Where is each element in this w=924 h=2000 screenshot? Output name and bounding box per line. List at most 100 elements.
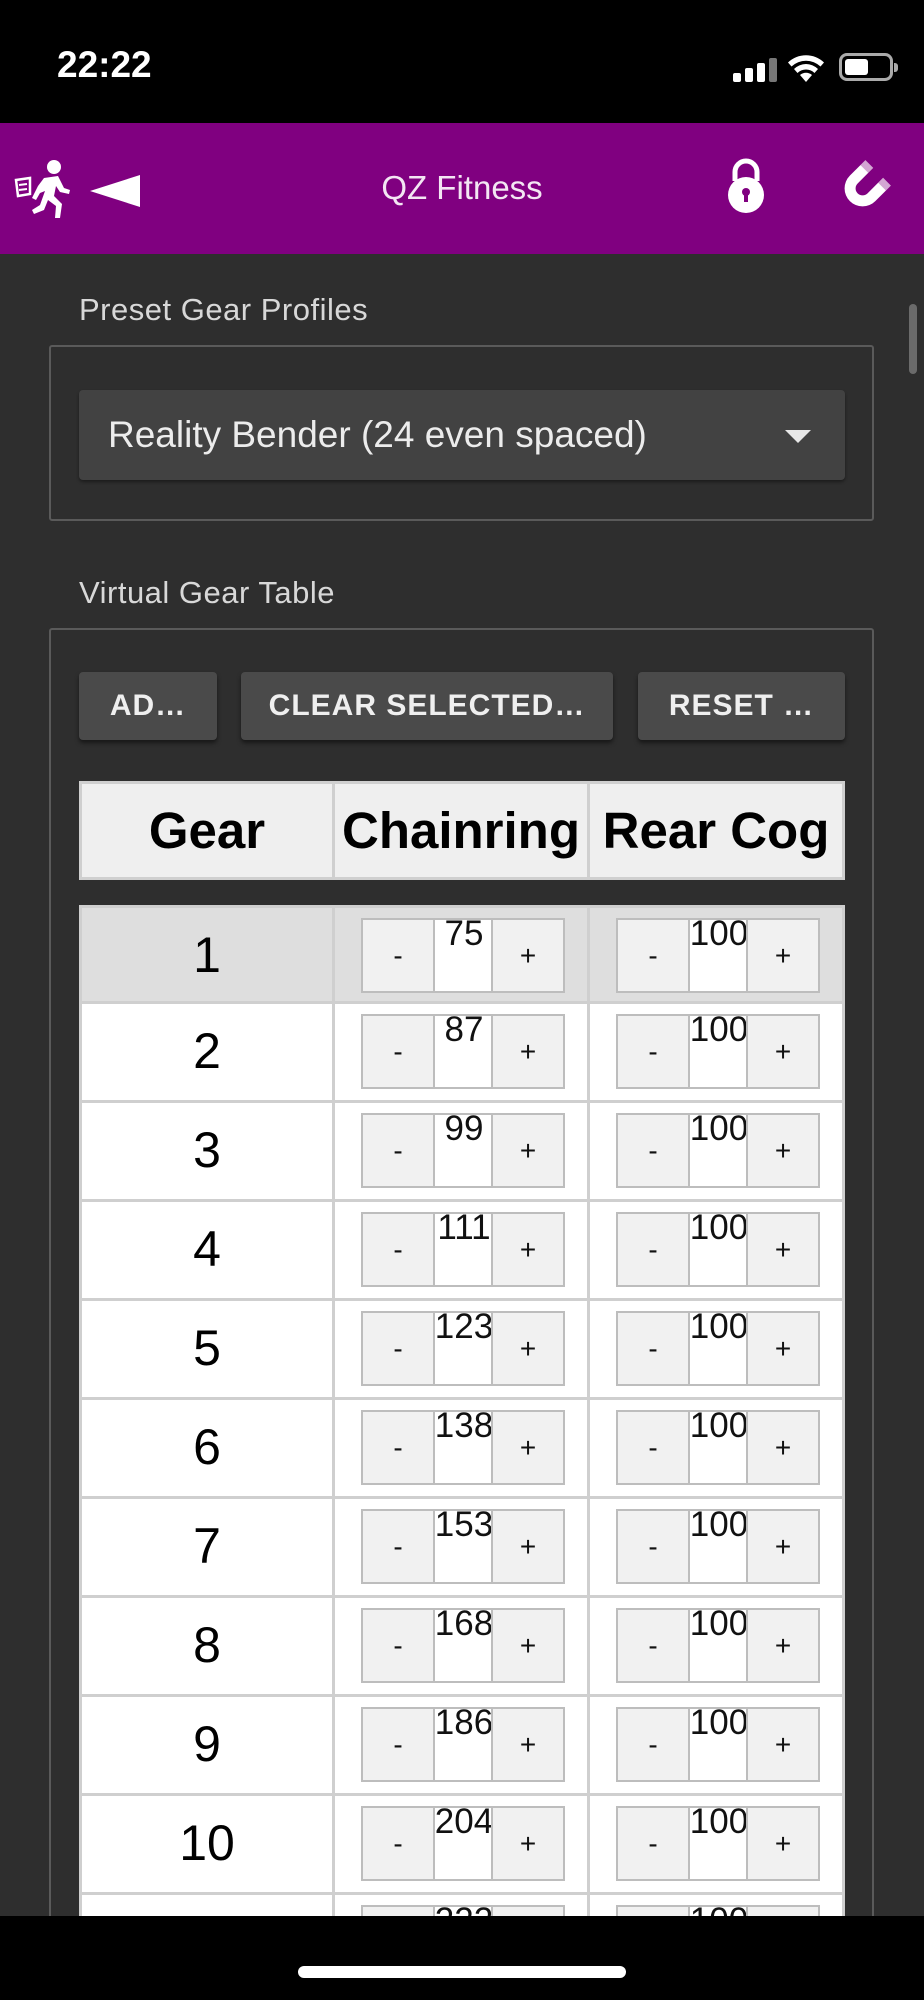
chainring-value-field[interactable]: 168 [435,1604,493,1681]
chainring-decrement-button[interactable]: - [363,1907,435,1916]
chainring-decrement-button[interactable]: - [363,1709,435,1780]
rear-cog-value-field[interactable]: 100 [690,1703,748,1780]
table-row[interactable]: 8-168 + -100 + [79,1598,845,1697]
rear-cog-stepper[interactable]: -100+ [616,1505,820,1584]
rear-cog-stepper[interactable]: -100+ [616,1406,820,1485]
table-row[interactable]: 11-222+-100+ [79,1895,845,1916]
chainring-stepper[interactable]: -75 + [361,914,565,993]
chainring-decrement-button[interactable]: - [363,1808,435,1879]
rear-cog-value-field[interactable]: 100 [690,1208,748,1285]
rear-cog-stepper[interactable]: -100+ [616,1703,820,1782]
rear-cog-decrement-button[interactable]: - [618,1115,690,1186]
chainring-value-field[interactable]: 123 [435,1307,493,1384]
rear-cog-stepper[interactable]: -100+ [616,1307,820,1386]
rear-cog-decrement-button[interactable]: - [618,1511,690,1582]
chainring-decrement-button[interactable]: - [363,1313,435,1384]
chainring-value-field[interactable]: 99 [435,1109,493,1186]
chainring-increment-button[interactable]: + [491,1610,563,1681]
rear-cog-decrement-button[interactable]: - [618,920,690,991]
gear-cell[interactable]: 10 [82,1796,335,1892]
rear-cog-value-field[interactable]: 100 [690,1604,748,1681]
scrollbar[interactable] [909,304,917,374]
rear-cog-value-field[interactable]: 100 [690,1406,748,1483]
chainring-stepper[interactable]: -186 + [361,1703,565,1782]
table-row[interactable]: 3-99 + -100 + [79,1103,845,1202]
table-row[interactable]: 9-186 + -100 + [79,1697,845,1796]
chainring-increment-button[interactable]: + [491,1214,563,1285]
rear-cog-stepper[interactable]: -100+ [616,1010,820,1089]
rear-cog-decrement-button[interactable]: - [618,1709,690,1780]
chainring-stepper[interactable]: -222+ [361,1901,565,1916]
chainring-stepper[interactable]: -204 + [361,1802,565,1881]
gear-cell[interactable]: 2 [82,1004,335,1100]
table-row[interactable]: 10-204 + -100 + [79,1796,845,1895]
chainring-decrement-button[interactable]: - [363,1016,435,1087]
chainring-value-field[interactable]: 204 [435,1802,493,1879]
gear-cell[interactable]: 3 [82,1103,335,1199]
rear-cog-stepper[interactable]: -100+ [616,914,820,993]
table-row[interactable]: 5-123 + -100 + [79,1301,845,1400]
chainring-decrement-button[interactable]: - [363,1412,435,1483]
chainring-decrement-button[interactable]: - [363,1610,435,1681]
rear-cog-decrement-button[interactable]: - [618,1214,690,1285]
table-row[interactable]: 7 -153 + -100 + [79,1499,845,1598]
gear-cell[interactable]: 7 [82,1499,335,1595]
chainring-increment-button[interactable]: + [491,1412,563,1483]
rear-cog-decrement-button[interactable]: - [618,1808,690,1879]
rear-cog-value-field[interactable]: 100 [690,1901,748,1916]
gear-cell[interactable]: 6 [82,1400,335,1496]
rear-cog-value-field[interactable]: 100 [690,1109,748,1186]
rear-cog-increment-button[interactable]: + [746,1313,818,1384]
chainring-decrement-button[interactable]: - [363,1511,435,1582]
rear-cog-value-field[interactable]: 100 [690,1010,748,1087]
rear-cog-stepper[interactable]: -100+ [616,1109,820,1188]
rear-cog-increment-button[interactable]: + [746,920,818,991]
gear-cell[interactable]: 5 [82,1301,335,1397]
chainring-value-field[interactable]: 186 [435,1703,493,1780]
chainring-stepper[interactable]: -168 + [361,1604,565,1683]
rear-cog-decrement-button[interactable]: - [618,1313,690,1384]
rear-cog-stepper[interactable]: -100+ [616,1208,820,1287]
rear-cog-decrement-button[interactable]: - [618,1016,690,1087]
rear-cog-value-field[interactable]: 100 [690,914,748,991]
rear-cog-increment-button[interactable]: + [746,1610,818,1681]
rear-cog-decrement-button[interactable]: - [618,1610,690,1681]
chainring-value-field[interactable]: 138 [435,1406,493,1483]
reset-button[interactable]: RESET … [638,672,845,740]
chainring-value-field[interactable]: 75 [435,914,493,991]
rear-cog-increment-button[interactable]: + [746,1808,818,1879]
table-row[interactable]: 1-75 + -100 + [79,905,845,1004]
preset-dropdown[interactable]: Reality Bender (24 even spaced) [79,390,845,480]
table-row[interactable]: 2-87 + -100 + [79,1004,845,1103]
chainring-stepper[interactable]: -111 + [361,1208,565,1287]
magnet-icon[interactable] [836,159,892,215]
gear-cell[interactable]: 8 [82,1598,335,1694]
chainring-increment-button[interactable]: + [491,1709,563,1780]
table-row[interactable]: 6-138 + -100 + [79,1400,845,1499]
chainring-increment-button[interactable]: + [491,1115,563,1186]
rear-cog-value-field[interactable]: 100 [690,1802,748,1879]
rear-cog-value-field[interactable]: 100 [690,1307,748,1384]
gear-cell[interactable]: 11 [82,1895,335,1916]
rear-cog-stepper[interactable]: -100+ [616,1901,820,1916]
add-gear-button[interactable]: AD… [79,672,217,740]
rear-cog-decrement-button[interactable]: - [618,1412,690,1483]
chainring-decrement-button[interactable]: - [363,1115,435,1186]
chainring-increment-button[interactable]: + [491,1808,563,1879]
rear-cog-stepper[interactable]: -100+ [616,1604,820,1683]
rear-cog-decrement-button[interactable]: - [618,1907,690,1916]
chainring-increment-button[interactable]: + [491,1313,563,1384]
rear-cog-stepper[interactable]: -100+ [616,1802,820,1881]
rear-cog-increment-button[interactable]: + [746,1907,818,1916]
chainring-stepper[interactable]: -153 + [361,1505,565,1584]
chainring-increment-button[interactable]: + [491,1511,563,1582]
rear-cog-increment-button[interactable]: + [746,1115,818,1186]
chainring-decrement-button[interactable]: - [363,920,435,991]
chainring-stepper[interactable]: -138 + [361,1406,565,1485]
chainring-decrement-button[interactable]: - [363,1214,435,1285]
rear-cog-increment-button[interactable]: + [746,1511,818,1582]
table-row[interactable]: 4-111 + -100 + [79,1202,845,1301]
gear-cell[interactable]: 1 [82,908,335,1004]
settings-content[interactable]: Preset Gear Profiles Reality Bender (24 … [0,254,924,1916]
rear-cog-increment-button[interactable]: + [746,1709,818,1780]
